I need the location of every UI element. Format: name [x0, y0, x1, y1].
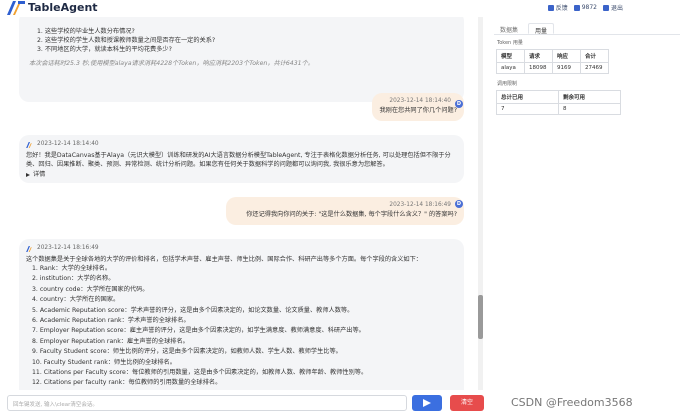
question-list: 1. 这些学校的毕业生人数分布情况? 2. 这些学校的学生人数和授课教师数量之间…: [29, 27, 454, 54]
cost-note: 本次会话耗时25.3 秒,使用模型alaya请求消耗4228个Token，响应消…: [29, 60, 314, 67]
token-usage-title: Token 用量: [497, 40, 523, 46]
column-header: 总计已用: [496, 90, 559, 104]
column-header: 请求: [524, 49, 553, 63]
logout-link[interactable]: 退出: [602, 3, 623, 12]
table-cell: 7: [496, 103, 559, 115]
table-cell: 27469: [580, 62, 609, 74]
list-item: 3. country code：大学所在国家的代码。: [32, 285, 149, 293]
column-header: 响应: [552, 49, 581, 63]
list-item: 7. Employer Reputation score：雇主声誉的评分，这是由…: [32, 327, 365, 335]
message-text: 你还记得我向你问的关于: "这是什么数据集, 每个字段什么含义？" 的答案吗?: [246, 211, 457, 218]
call-limit-title: 调用限制: [497, 81, 518, 87]
table-cell: 8: [558, 103, 621, 115]
ai-avatar-icon: [26, 141, 32, 148]
list-item: 5. Academic Reputation score：学术声誉的评分，这是由…: [32, 306, 354, 314]
list-item: 6. Academic Reputation rank：学术声誉的全球排名。: [32, 317, 190, 325]
details-label: 详情: [33, 171, 46, 178]
column-header: 合计: [580, 49, 609, 63]
message-intro: 这个数据集是关于全球各地的大学的评价和排名，包括学术声誉、雇主声誉、师生比例、国…: [26, 256, 422, 263]
table-header-row: 模型 请求 响应 合计: [496, 49, 609, 63]
clear-button[interactable]: 清空: [450, 395, 484, 411]
side-panel: 数据集 用量 Token 用量 模型 请求 响应 合计 alaya 18098 …: [494, 23, 680, 133]
top-bar: TableAgent 反馈 9872 退出: [0, 0, 691, 17]
column-header: 剩余可用: [558, 90, 621, 104]
ai-message-header: 2023-12-14 18:14:40: [26, 140, 457, 149]
list-item: 12. Citations per faculty rank：每位教师的引用数量…: [32, 379, 222, 387]
ai-message-header: 2023-12-14 18:16:49: [26, 244, 457, 253]
logout-label: 退出: [610, 5, 623, 12]
user-message: 2023-12-14 18:14:40 我刚在您共同了你几个问题?: [372, 93, 464, 121]
tab-usage[interactable]: 用量: [528, 23, 555, 35]
message-timestamp: 2023-12-14 18:16:49: [37, 245, 99, 251]
app-title: TableAgent: [28, 1, 98, 14]
list-item: 11. Citations per Faculty score：每位教师的引用数…: [32, 369, 368, 377]
user-message: 2023-12-14 18:16:49 你还记得我向你问的关于: "这是什么数据…: [226, 197, 464, 225]
column-header: 模型: [496, 49, 525, 63]
message-timestamp: 2023-12-14 18:14:40: [37, 141, 99, 147]
table-row: alaya 18098 9169 27469: [496, 62, 609, 74]
question-item: 3. 不同地区的大学，就读本科生的平均花费多少?: [37, 46, 172, 53]
message-timestamp: 2023-12-14 18:14:40: [389, 98, 451, 104]
table-cell: 18098: [524, 62, 553, 74]
list-item: 4. country：大学所在的国家。: [32, 296, 120, 304]
app-window: TableAgent 反馈 9872 退出 1. 这些学校的毕业生人数分布情况?…: [0, 0, 691, 419]
send-icon: [423, 399, 431, 407]
table-cell: 9169: [552, 62, 581, 74]
user-link[interactable]: 9872: [573, 3, 597, 12]
message-text: 我刚在您共同了你几个问题?: [379, 107, 457, 114]
list-item: 8. Employer Reputation rank：雇主声誉的全球排名。: [32, 337, 189, 345]
ai-message: 2023-12-14 18:14:40 您好！我是DataCanvas基于Ala…: [19, 135, 464, 183]
chat-scrollbar[interactable]: [478, 17, 483, 390]
send-button[interactable]: [412, 395, 442, 411]
header-links: 反馈 9872 退出: [547, 3, 623, 12]
question-item: 2. 这些学校的学生人数和授课教师数量之间是否存在一定的关系?: [37, 37, 216, 44]
user-icon: [573, 4, 580, 11]
chat-input[interactable]: 回车键发送, 输入\clear清空会话。: [7, 395, 407, 411]
feedback-icon: [547, 4, 554, 11]
details-toggle[interactable]: 详情: [26, 170, 457, 179]
table-row: 7 8: [496, 103, 621, 115]
message-timestamp: 2023-12-14 18:16:49: [389, 202, 451, 208]
call-limit-table: 总计已用 剩余可用 7 8: [496, 90, 621, 115]
table-cell: alaya: [496, 62, 525, 74]
chat-area[interactable]: 1. 这些学校的毕业生人数分布情况? 2. 这些学校的学生人数和授课教师数量之间…: [0, 17, 484, 390]
ai-message: 2023-12-14 18:16:49 这个数据集是关于全球各地的大学的评价和排…: [19, 239, 464, 390]
logout-icon: [602, 4, 609, 11]
user-label: 9872: [581, 4, 597, 11]
list-item: 2. institution：大学的名称。: [32, 275, 115, 283]
list-item: 1. Rank：大学的全球排名。: [32, 265, 112, 272]
field-list: 1. Rank：大学的全球排名。 2. institution：大学的名称。 3…: [26, 264, 457, 389]
caret-right-icon: [26, 172, 30, 177]
tab-dataset[interactable]: 数据集: [494, 23, 524, 34]
tableagent-logo: [7, 1, 25, 15]
feedback-link[interactable]: 反馈: [547, 3, 568, 12]
table-header-row: 总计已用 剩余可用: [496, 90, 621, 104]
list-item: 10. Faculty Student rank：师生比例的全球排名。: [32, 358, 176, 366]
question-item: 1. 这些学校的毕业生人数分布情况?: [37, 28, 135, 35]
panel-tabs: 数据集 用量: [494, 23, 680, 35]
watermark: CSDN @Freedom3568: [511, 396, 633, 409]
list-item: 9. Faculty Student score：师生比例的评分，这是由多个因素…: [32, 348, 342, 356]
user-avatar: D: [455, 200, 463, 208]
token-usage-table: 模型 请求 响应 合计 alaya 18098 9169 27469: [496, 49, 609, 74]
feedback-label: 反馈: [555, 5, 568, 12]
message-text: 您好！我是DataCanvas基于Alaya（元识大模型）训练和研发的AI大语言…: [26, 152, 451, 168]
ai-avatar-icon: [26, 245, 32, 252]
ai-message: 1. 这些学校的毕业生人数分布情况? 2. 这些学校的学生人数和授课教师数量之间…: [19, 17, 464, 102]
user-avatar: D: [455, 100, 463, 108]
scrollbar-thumb[interactable]: [478, 295, 483, 339]
